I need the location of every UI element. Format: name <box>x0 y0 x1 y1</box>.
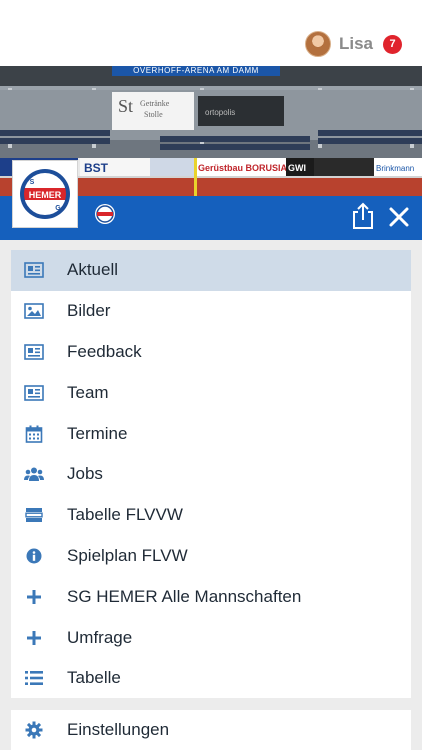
svg-text:Getränke: Getränke <box>140 99 170 108</box>
svg-text:GWI: GWI <box>288 163 306 173</box>
club-logo-text: HEMER <box>29 190 62 200</box>
menu-item-label: Bilder <box>67 301 111 321</box>
menu-item-label: Feedback <box>67 341 142 361</box>
newspaper-icon <box>24 343 44 361</box>
club-logo: HEMER S G <box>12 160 78 228</box>
menu-item-spielplan-flvw[interactable]: Spielplan FLVW <box>11 536 411 577</box>
menu-item-label: Jobs <box>67 464 103 484</box>
menu-item-einstellungen[interactable]: Einstellungen <box>11 710 411 750</box>
arena-name-sign: OVERHOFF-ARENA AM DAMM <box>112 66 280 76</box>
close-button[interactable] <box>388 206 410 228</box>
menu-item-team[interactable]: Team <box>11 372 411 413</box>
menu-item-label: Termine <box>67 423 128 443</box>
menu-item-label: Tabelle <box>67 668 121 688</box>
menu-item-feedback[interactable]: Feedback <box>11 332 411 373</box>
image-icon <box>24 302 44 320</box>
plus-icon <box>24 588 44 606</box>
club-logo-letter-top: S <box>30 179 35 186</box>
navigation-menu: Aktuell Bilder Feedback Team Termine Job… <box>11 250 411 698</box>
svg-text:Brinkmann: Brinkmann <box>376 164 414 173</box>
share-button[interactable] <box>350 202 376 230</box>
gear-icon <box>24 721 44 739</box>
top-bar: Lisa 7 <box>0 0 422 66</box>
menu-item-label: Spielplan FLVW <box>67 545 188 565</box>
users-icon <box>24 465 44 483</box>
newspaper-icon <box>24 384 44 402</box>
menu-item-label: Team <box>67 382 109 402</box>
list-icon <box>24 669 44 687</box>
settings-label: Einstellungen <box>67 720 170 739</box>
menu-item-bilder[interactable]: Bilder <box>11 291 411 332</box>
menu-item-tabelle[interactable]: Tabelle <box>11 658 411 699</box>
club-crest-icon: HEMER S G <box>20 169 70 219</box>
svg-text:BST: BST <box>84 161 109 175</box>
user-profile[interactable]: Lisa 7 <box>304 30 402 58</box>
svg-text:Stolle: Stolle <box>144 110 163 119</box>
menu-item-label: Tabelle FLVVW <box>67 505 183 525</box>
club-logo-letter-bottom: G <box>55 205 61 212</box>
menu-item-jobs[interactable]: Jobs <box>11 454 411 495</box>
menu-item-label: Aktuell <box>67 260 119 280</box>
club-mini-crest-icon <box>94 203 116 230</box>
newspaper-icon <box>24 261 44 279</box>
table-rows-icon <box>24 506 44 524</box>
svg-text:St: St <box>118 96 133 116</box>
menu-item-label: SG HEMER Alle Mannschaften <box>67 586 302 606</box>
notification-badge[interactable]: 7 <box>383 34 402 54</box>
svg-text:Gerüstbau BORUSIAK: Gerüstbau BORUSIAK <box>198 163 294 173</box>
menu-item-tabelle-flvvw[interactable]: Tabelle FLVVW <box>11 495 411 536</box>
calendar-icon <box>24 425 44 443</box>
svg-text:ortopolis: ortopolis <box>205 108 235 117</box>
menu-item-aktuell[interactable]: Aktuell <box>11 250 411 291</box>
share-icon <box>353 202 373 229</box>
close-icon <box>389 207 409 227</box>
plus-icon <box>24 629 44 647</box>
menu-item-umfrage[interactable]: Umfrage <box>11 617 411 658</box>
menu-item-sg-hemer-alle-mannschaften[interactable]: SG HEMER Alle Mannschaften <box>11 576 411 617</box>
avatar[interactable] <box>304 31 331 57</box>
info-icon <box>24 547 44 565</box>
user-name[interactable]: Lisa <box>339 34 373 54</box>
menu-item-label: Umfrage <box>67 627 133 647</box>
menu-item-termine[interactable]: Termine <box>11 413 411 454</box>
